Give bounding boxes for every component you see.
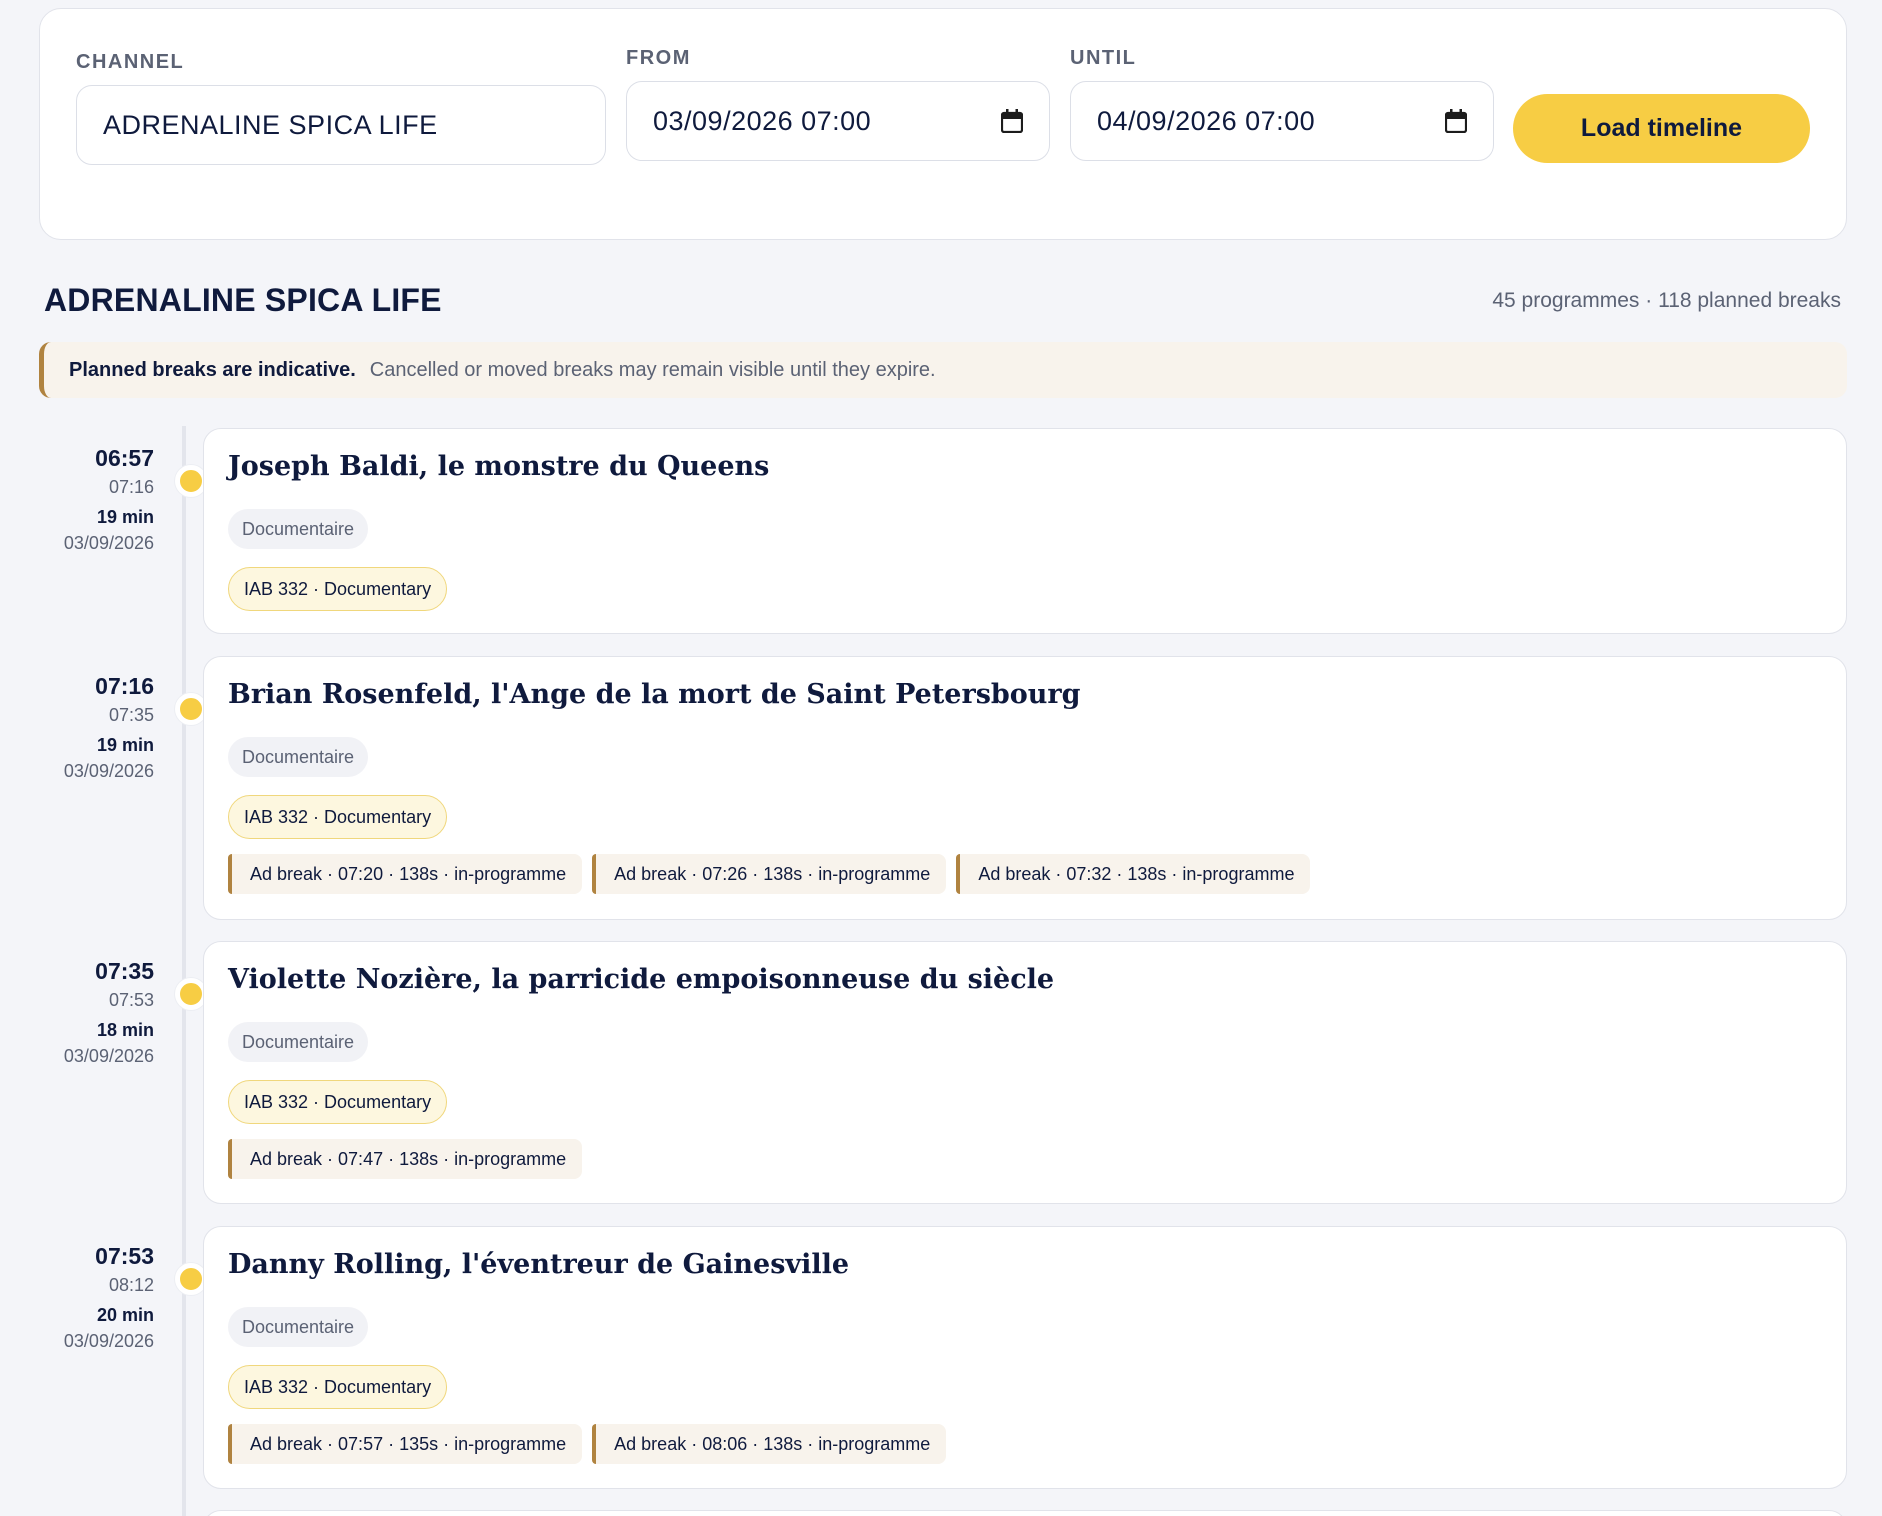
notice-bold: Planned breaks are indicative. (69, 358, 356, 381)
date: 03/09/2026 (63, 1046, 154, 1066)
start-time: 07:53 (95, 1243, 154, 1269)
end-time: 07:16 (108, 477, 154, 497)
programme-card[interactable]: Joseph Baldi, le monstre du Queens Docum… (203, 428, 1847, 634)
date: 03/09/2026 (63, 533, 154, 553)
genre-tag: Documentaire (228, 737, 369, 777)
iab-badge: IAB 332 · Documentary (228, 1365, 448, 1409)
breaks-notice: Planned breaks are indicative. Cancelled… (39, 342, 1847, 398)
programme-times: 07:16 07:35 19 min 03/09/2026 (14, 672, 154, 784)
programme-break-counts: 45 programmes · 118 planned breaks (1492, 289, 1841, 312)
ad-break-chip[interactable]: Ad break · 07:20 · 138s · in-programme (228, 854, 583, 894)
genre-tag: Documentaire (228, 509, 369, 549)
programme-card[interactable]: Brian Rosenfeld, l'Ange de la mort de Sa… (203, 656, 1847, 920)
calendar-icon[interactable] (1445, 109, 1467, 133)
from-datetime-input[interactable]: 03/09/2026 07:00 (626, 81, 1050, 161)
duration: 19 min (96, 507, 154, 527)
channel-value: ADRENALINE SPICA LIFE (103, 109, 438, 140)
programme-title: Brian Rosenfeld, l'Ange de la mort de Sa… (228, 679, 1081, 710)
programme-title: Violette Nozière, la parricide empoisonn… (228, 964, 1055, 995)
load-timeline-button[interactable]: Load timeline (1513, 94, 1810, 163)
programme-times: 07:53 08:12 20 min 03/09/2026 (14, 1242, 154, 1354)
until-datetime-input[interactable]: 04/09/2026 07:00 (1070, 81, 1494, 161)
start-time: 06:57 (95, 445, 154, 471)
from-label: FROM (626, 47, 691, 69)
programme-card[interactable]: Violette Nozière, la parricide empoisonn… (203, 941, 1847, 1204)
notice-text: Cancelled or moved breaks may remain vis… (369, 358, 936, 381)
calendar-icon[interactable] (1001, 109, 1023, 133)
timeline-line (182, 426, 186, 1516)
programme-card[interactable] (203, 1510, 1847, 1516)
date: 03/09/2026 (63, 1331, 154, 1351)
programme-times: 07:35 07:53 18 min 03/09/2026 (14, 957, 154, 1069)
start-time: 07:35 (95, 958, 154, 984)
ad-break-chip[interactable]: Ad break · 07:32 · 138s · in-programme (956, 854, 1311, 894)
duration: 18 min (96, 1020, 154, 1040)
iab-badge: IAB 332 · Documentary (228, 795, 448, 839)
genre-tag: Documentaire (228, 1022, 369, 1062)
ad-breaks: Ad break · 07:57 · 135s · in-programme A… (228, 1424, 947, 1464)
until-value: 04/09/2026 07:00 (1097, 105, 1316, 136)
until-label: UNTIL (1070, 47, 1137, 69)
programme-title: Joseph Baldi, le monstre du Queens (228, 451, 770, 482)
page-title: ADRENALINE SPICA LIFE (44, 282, 442, 318)
duration: 19 min (96, 735, 154, 755)
iab-badge: IAB 332 · Documentary (228, 567, 448, 611)
channel-label: CHANNEL (76, 51, 185, 73)
end-time: 08:12 (108, 1275, 154, 1295)
ad-break-chip[interactable]: Ad break · 07:57 · 135s · in-programme (228, 1424, 583, 1464)
ad-break-chip[interactable]: Ad break · 08:06 · 138s · in-programme (592, 1424, 947, 1464)
genre-tag: Documentaire (228, 1307, 369, 1347)
iab-badge: IAB 332 · Documentary (228, 1080, 448, 1124)
timeline-page: CHANNEL ADRENALINE SPICA LIFE FROM 03/09… (0, 0, 1882, 1516)
programme-title: Danny Rolling, l'éventreur de Gainesvill… (228, 1249, 850, 1280)
programme-times: 06:57 07:16 19 min 03/09/2026 (14, 444, 154, 556)
end-time: 07:53 (108, 990, 154, 1010)
programme-card[interactable]: Danny Rolling, l'éventreur de Gainesvill… (203, 1226, 1847, 1489)
from-value: 03/09/2026 07:00 (653, 105, 872, 136)
date: 03/09/2026 (63, 761, 154, 781)
start-time: 07:16 (95, 673, 154, 699)
duration: 20 min (96, 1305, 154, 1325)
channel-input[interactable]: ADRENALINE SPICA LIFE (76, 85, 606, 165)
ad-breaks: Ad break · 07:47 · 138s · in-programme (228, 1139, 583, 1179)
ad-break-chip[interactable]: Ad break · 07:47 · 138s · in-programme (228, 1139, 583, 1179)
ad-break-chip[interactable]: Ad break · 07:26 · 138s · in-programme (592, 854, 947, 894)
ad-breaks: Ad break · 07:20 · 138s · in-programme A… (228, 854, 1311, 894)
end-time: 07:35 (108, 705, 154, 725)
